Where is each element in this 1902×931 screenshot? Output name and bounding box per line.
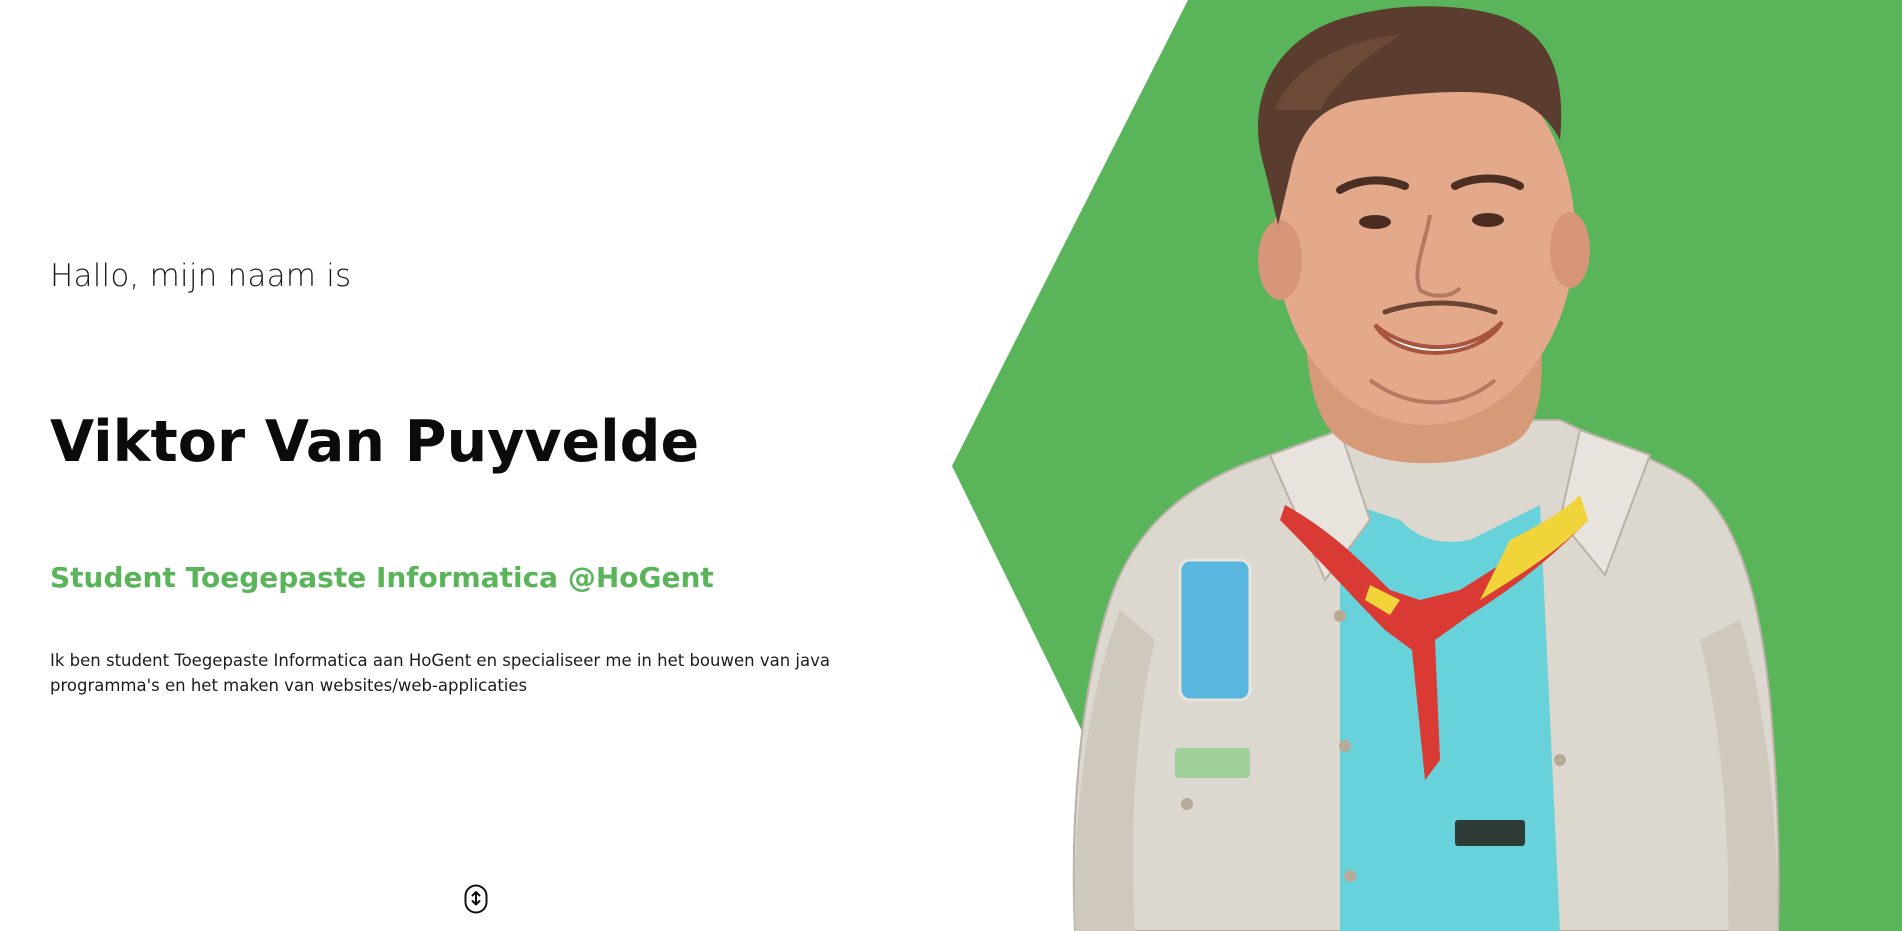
mouse-scroll-icon — [464, 884, 488, 914]
subtitle-role: Student Toegepaste Informatica @HoGent — [50, 561, 714, 594]
profile-photo — [1072, 6, 1780, 931]
greeting-text: Hallo, mijn naam is — [50, 258, 352, 294]
intro-description: Ik ben student Toegepaste Informatica aa… — [50, 651, 830, 695]
scroll-down-link[interactable] — [464, 884, 488, 914]
page-title: Viktor Van Puyvelde — [50, 409, 700, 475]
hero-section: Hallo, mijn naam is Viktor Van Puyvelde … — [0, 0, 1902, 931]
